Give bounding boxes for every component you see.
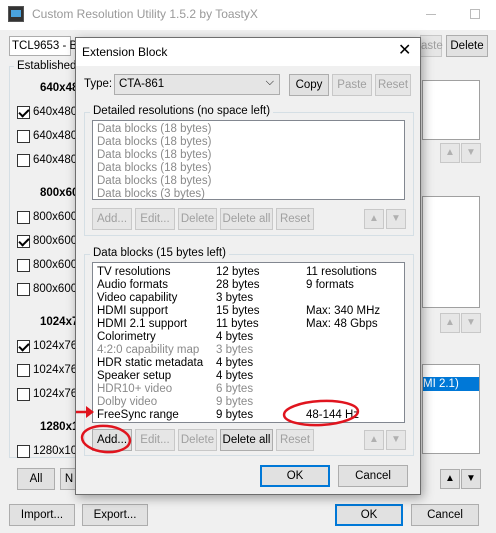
annotation-overlay [76,399,360,454]
freesync-highlight-circle [282,399,360,427]
add-button-highlight-circle [80,424,132,454]
red-arrow-icon [76,406,94,418]
